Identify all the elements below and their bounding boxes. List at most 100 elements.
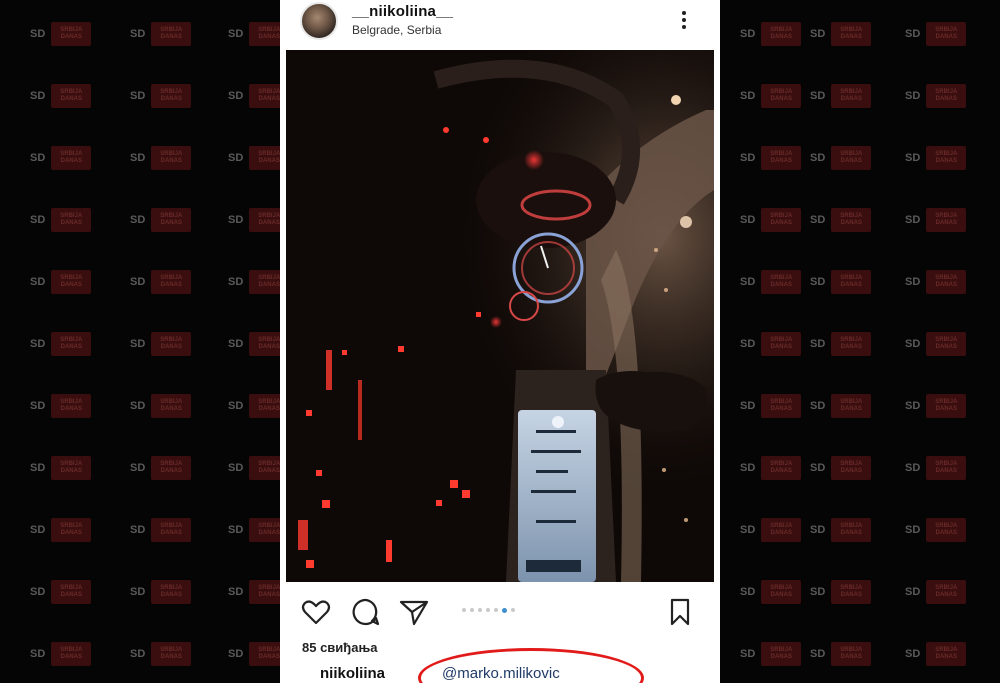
watermark-text: SD bbox=[130, 276, 146, 288]
watermark-logo: SD SRBIJA DANAS bbox=[130, 22, 192, 46]
watermark-text: SD bbox=[30, 586, 46, 598]
watermark-badge: SRBIJA DANAS bbox=[51, 22, 92, 46]
watermark-badge: SRBIJA DANAS bbox=[151, 456, 192, 480]
watermark-logo: SD SRBIJA DANAS bbox=[810, 22, 872, 46]
watermark-logo: SD SRBIJA DANAS bbox=[30, 22, 92, 46]
watermark-text: SD bbox=[810, 586, 826, 598]
watermark-badge: SRBIJA DANAS bbox=[51, 270, 92, 294]
watermark-text: SD bbox=[740, 276, 756, 288]
watermark-logo: SD SRBIJA DANAS bbox=[740, 146, 802, 170]
watermark-text: SD bbox=[228, 400, 244, 412]
watermark-logo: SD SRBIJA DANAS bbox=[30, 394, 92, 418]
watermark-badge: SRBIJA DANAS bbox=[831, 456, 872, 480]
watermark-text: SD bbox=[30, 524, 46, 536]
watermark-logo: SD SRBIJA DANAS bbox=[740, 208, 802, 232]
likes-count[interactable]: 85 свиђања bbox=[302, 640, 377, 655]
watermark-text: SD bbox=[740, 462, 756, 474]
avatar[interactable] bbox=[300, 2, 338, 40]
watermark-text: SD bbox=[905, 90, 921, 102]
watermark-badge: SRBIJA DANAS bbox=[926, 146, 967, 170]
watermark-logo: SD SRBIJA DANAS bbox=[905, 332, 967, 356]
heart-icon[interactable] bbox=[300, 596, 332, 628]
watermark-logo: SD SRBIJA DANAS bbox=[905, 208, 967, 232]
watermark-badge: SRBIJA DANAS bbox=[831, 146, 872, 170]
watermark-logo: SD SRBIJA DANAS bbox=[810, 642, 872, 666]
watermark-text: SD bbox=[130, 462, 146, 474]
watermark-logo: SD SRBIJA DANAS bbox=[740, 22, 802, 46]
watermark-text: SD bbox=[228, 214, 244, 226]
watermark-logo: SD SRBIJA DANAS bbox=[740, 394, 802, 418]
bookmark-icon[interactable] bbox=[664, 596, 696, 628]
watermark-logo: SD SRBIJA DANAS bbox=[810, 332, 872, 356]
watermark-logo: SD SRBIJA DANAS bbox=[810, 270, 872, 294]
watermark-logo: SD SRBIJA DANAS bbox=[810, 456, 872, 480]
watermark-logo: SD SRBIJA DANAS bbox=[30, 146, 92, 170]
watermark-badge: SRBIJA DANAS bbox=[761, 332, 802, 356]
post-username[interactable]: __niikoliina__ bbox=[352, 3, 453, 20]
watermark-logo: SD SRBIJA DANAS bbox=[740, 456, 802, 480]
watermark-logo: SD SRBIJA DANAS bbox=[130, 332, 192, 356]
watermark-logo: SD SRBIJA DANAS bbox=[30, 332, 92, 356]
watermark-logo: SD SRBIJA DANAS bbox=[810, 580, 872, 604]
watermark-logo: SD SRBIJA DANAS bbox=[740, 580, 802, 604]
watermark-badge: SRBIJA DANAS bbox=[151, 518, 192, 542]
watermark-badge: SRBIJA DANAS bbox=[761, 580, 802, 604]
watermark-logo: SD SRBIJA DANAS bbox=[130, 208, 192, 232]
watermark-badge: SRBIJA DANAS bbox=[151, 146, 192, 170]
watermark-text: SD bbox=[810, 648, 826, 660]
watermark-text: SD bbox=[228, 90, 244, 102]
watermark-text: SD bbox=[740, 152, 756, 164]
watermark-text: SD bbox=[905, 648, 921, 660]
watermark-badge: SRBIJA DANAS bbox=[151, 580, 192, 604]
watermark-text: SD bbox=[30, 462, 46, 474]
comment-icon[interactable] bbox=[350, 596, 382, 628]
watermark-text: SD bbox=[740, 90, 756, 102]
watermark-badge: SRBIJA DANAS bbox=[51, 146, 92, 170]
watermark-logo: SD SRBIJA DANAS bbox=[740, 518, 802, 542]
watermark-text: SD bbox=[228, 648, 244, 660]
watermark-text: SD bbox=[30, 648, 46, 660]
watermark-badge: SRBIJA DANAS bbox=[831, 518, 872, 542]
watermark-text: SD bbox=[740, 400, 756, 412]
watermark-badge: SRBIJA DANAS bbox=[151, 642, 192, 666]
watermark-badge: SRBIJA DANAS bbox=[51, 394, 92, 418]
watermark-logo: SD SRBIJA DANAS bbox=[810, 146, 872, 170]
watermark-text: SD bbox=[228, 524, 244, 536]
watermark-badge: SRBIJA DANAS bbox=[51, 208, 92, 232]
watermark-logo: SD SRBIJA DANAS bbox=[130, 580, 192, 604]
share-icon[interactable] bbox=[398, 596, 430, 628]
watermark-logo: SD SRBIJA DANAS bbox=[905, 580, 967, 604]
watermark-text: SD bbox=[130, 90, 146, 102]
watermark-badge: SRBIJA DANAS bbox=[761, 394, 802, 418]
watermark-logo: SD SRBIJA DANAS bbox=[30, 642, 92, 666]
watermark-text: SD bbox=[228, 462, 244, 474]
watermark-badge: SRBIJA DANAS bbox=[926, 270, 967, 294]
watermark-badge: SRBIJA DANAS bbox=[926, 332, 967, 356]
post-photo[interactable] bbox=[286, 50, 714, 582]
watermark-text: SD bbox=[130, 152, 146, 164]
watermark-badge: SRBIJA DANAS bbox=[151, 208, 192, 232]
watermark-logo: SD SRBIJA DANAS bbox=[130, 84, 192, 108]
watermark-text: SD bbox=[905, 152, 921, 164]
watermark-logo: SD SRBIJA DANAS bbox=[30, 84, 92, 108]
watermark-logo: SD SRBIJA DANAS bbox=[905, 518, 967, 542]
watermark-badge: SRBIJA DANAS bbox=[151, 332, 192, 356]
post-location[interactable]: Belgrade, Serbia bbox=[352, 23, 441, 37]
watermark-text: SD bbox=[905, 462, 921, 474]
watermark-badge: SRBIJA DANAS bbox=[761, 146, 802, 170]
watermark-text: SD bbox=[228, 276, 244, 288]
watermark-text: SD bbox=[130, 338, 146, 350]
watermark-text: SD bbox=[740, 28, 756, 40]
watermark-logo: SD SRBIJA DANAS bbox=[30, 208, 92, 232]
watermark-badge: SRBIJA DANAS bbox=[926, 22, 967, 46]
watermark-logo: SD SRBIJA DANAS bbox=[905, 642, 967, 666]
watermark-badge: SRBIJA DANAS bbox=[926, 456, 967, 480]
more-options-icon[interactable] bbox=[674, 8, 694, 32]
caption-username[interactable]: niikoliina bbox=[320, 665, 385, 682]
carousel-dot bbox=[511, 608, 515, 612]
carousel-dot bbox=[470, 608, 474, 612]
watermark-badge: SRBIJA DANAS bbox=[831, 84, 872, 108]
highlight-circle bbox=[418, 648, 644, 683]
watermark-logo: SD SRBIJA DANAS bbox=[30, 456, 92, 480]
watermark-text: SD bbox=[30, 276, 46, 288]
